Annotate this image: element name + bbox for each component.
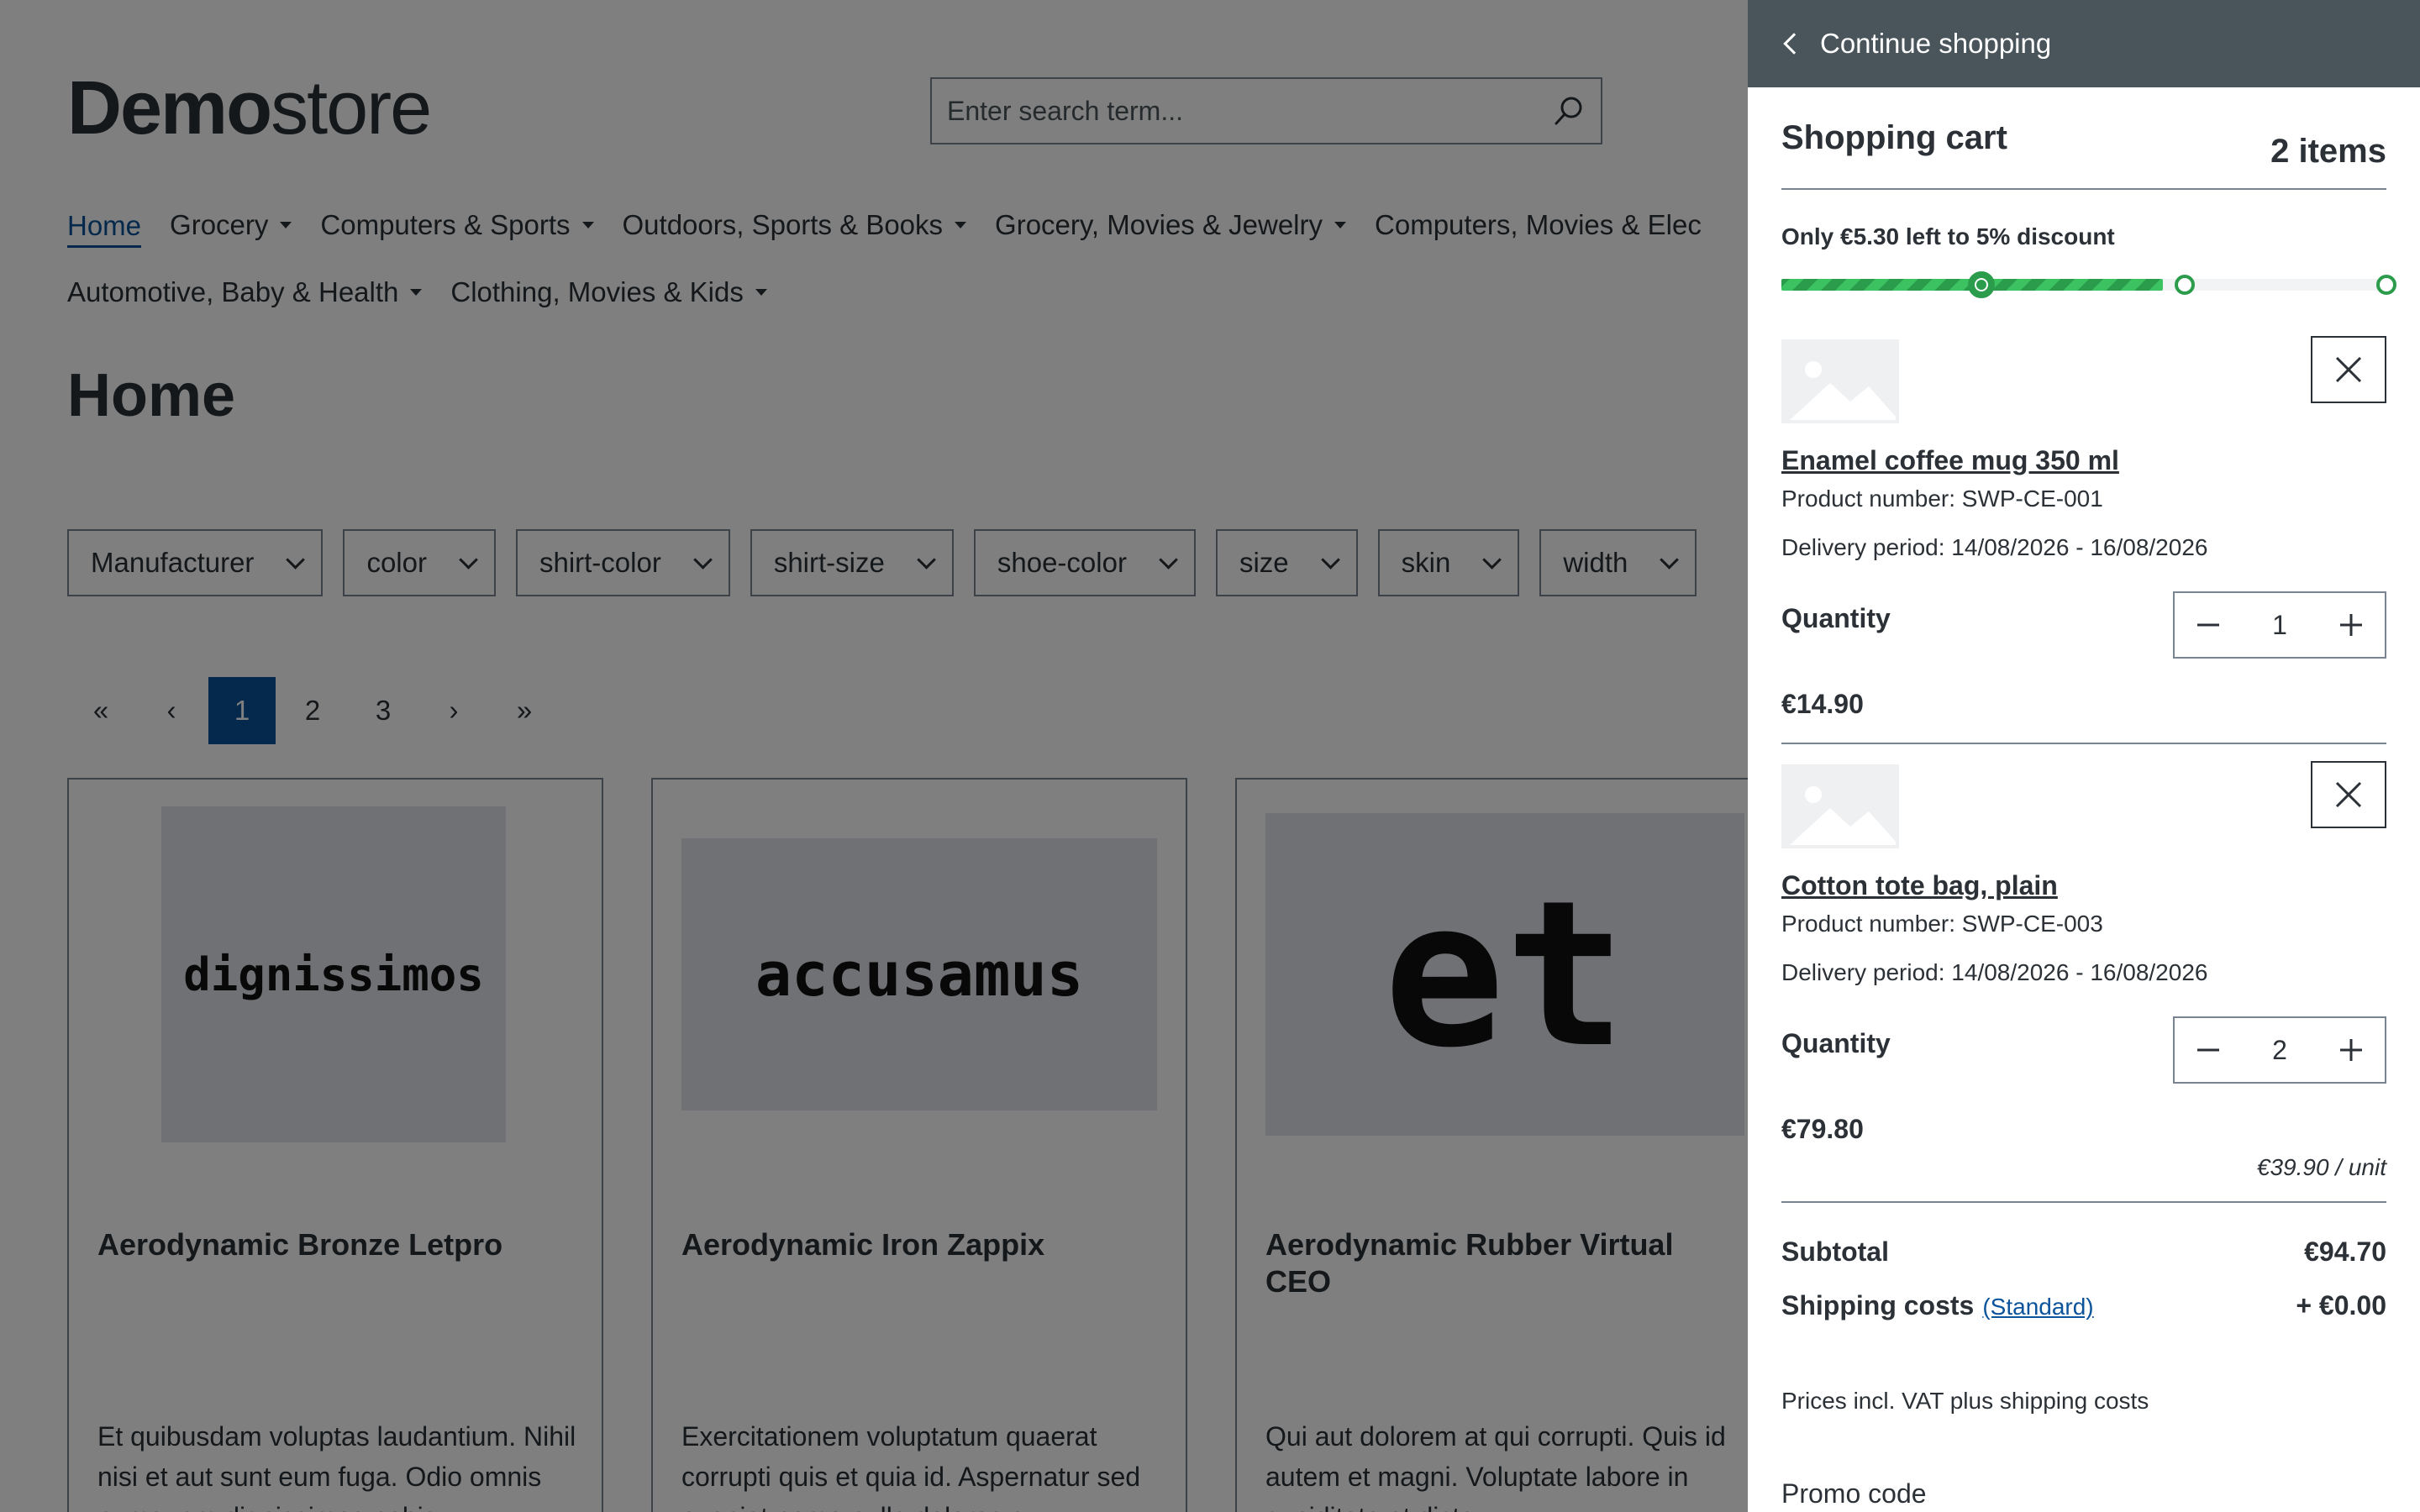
quantity-label: Quantity xyxy=(1781,1028,1891,1058)
progress-milestone-marker xyxy=(2175,275,2195,295)
shipping-value: + €0.00 xyxy=(2296,1290,2386,1320)
progress-current-marker xyxy=(1968,271,1995,298)
continue-shopping-button[interactable]: Continue shopping xyxy=(1748,0,2420,87)
promo-code-label: Promo code xyxy=(1781,1478,1927,1509)
divider xyxy=(1781,188,2386,190)
cart-item-name[interactable]: Cotton tote bag, plain xyxy=(1781,870,2058,901)
chevron-left-icon xyxy=(1783,33,1805,55)
image-placeholder-icon xyxy=(1781,339,1899,423)
minus-icon xyxy=(2197,623,2219,627)
decrease-quantity-button[interactable] xyxy=(2191,608,2225,642)
subtotal-row: Subtotal €94.70 xyxy=(1781,1236,2386,1268)
product-number: Product number: SWP-CE-003 xyxy=(1781,911,2103,937)
minus-icon xyxy=(2197,1048,2219,1052)
close-icon xyxy=(2335,781,2362,808)
quantity-label: Quantity xyxy=(1781,603,1891,633)
increase-quantity-button[interactable] xyxy=(2334,1033,2368,1067)
quantity-input[interactable]: 1 xyxy=(2272,610,2287,641)
divider xyxy=(1781,743,2386,744)
delivery-period: Delivery period: 14/08/2026 - 16/08/2026 xyxy=(1781,959,2208,985)
remove-item-button[interactable] xyxy=(2311,761,2386,828)
line-item-price: €79.80 xyxy=(1781,1114,1864,1144)
shipping-method-link[interactable]: (Standard) xyxy=(1982,1294,2093,1320)
plus-icon xyxy=(2339,614,2362,636)
quantity-stepper: 2 xyxy=(2173,1016,2386,1084)
progress-milestone-marker xyxy=(2376,275,2396,295)
delivery-period: Delivery period: 14/08/2026 - 16/08/2026 xyxy=(1781,534,2208,560)
product-thumbnail[interactable] xyxy=(1781,339,1899,423)
discount-message: Only €5.30 left to 5% discount xyxy=(1781,223,2115,249)
image-placeholder-icon xyxy=(1781,764,1899,848)
product-number: Product number: SWP-CE-001 xyxy=(1781,486,2103,512)
plus-icon xyxy=(2339,1039,2362,1061)
remove-item-button[interactable] xyxy=(2311,336,2386,403)
cart-item-name[interactable]: Enamel coffee mug 350 ml xyxy=(1781,445,2119,476)
vat-note: Prices incl. VAT plus shipping costs xyxy=(1781,1388,2149,1414)
increase-quantity-button[interactable] xyxy=(2334,608,2368,642)
subtotal-label: Subtotal xyxy=(1781,1236,1889,1267)
decrease-quantity-button[interactable] xyxy=(2191,1033,2225,1067)
unit-price: €39.90 / unit xyxy=(2256,1154,2386,1180)
close-icon xyxy=(2335,356,2362,383)
quantity-stepper: 1 xyxy=(2173,591,2386,659)
cart-title: Shopping cart xyxy=(1781,119,2007,156)
divider xyxy=(1781,1201,2386,1203)
backdrop-overlay[interactable] xyxy=(0,0,1748,1512)
line-item-price: €14.90 xyxy=(1781,689,1864,719)
cart-offcanvas: Continue shopping Shopping cart 2 items … xyxy=(1748,0,2420,1512)
product-thumbnail[interactable] xyxy=(1781,764,1899,848)
discount-progress-bar xyxy=(1781,271,2396,298)
shipping-label: Shipping costs xyxy=(1781,1290,1975,1320)
shipping-row: Shipping costs (Standard) + €0.00 xyxy=(1781,1290,2386,1321)
cart-item-count: 2 items xyxy=(2270,133,2386,170)
quantity-input[interactable]: 2 xyxy=(2272,1035,2287,1066)
subtotal-value: €94.70 xyxy=(2304,1236,2386,1267)
